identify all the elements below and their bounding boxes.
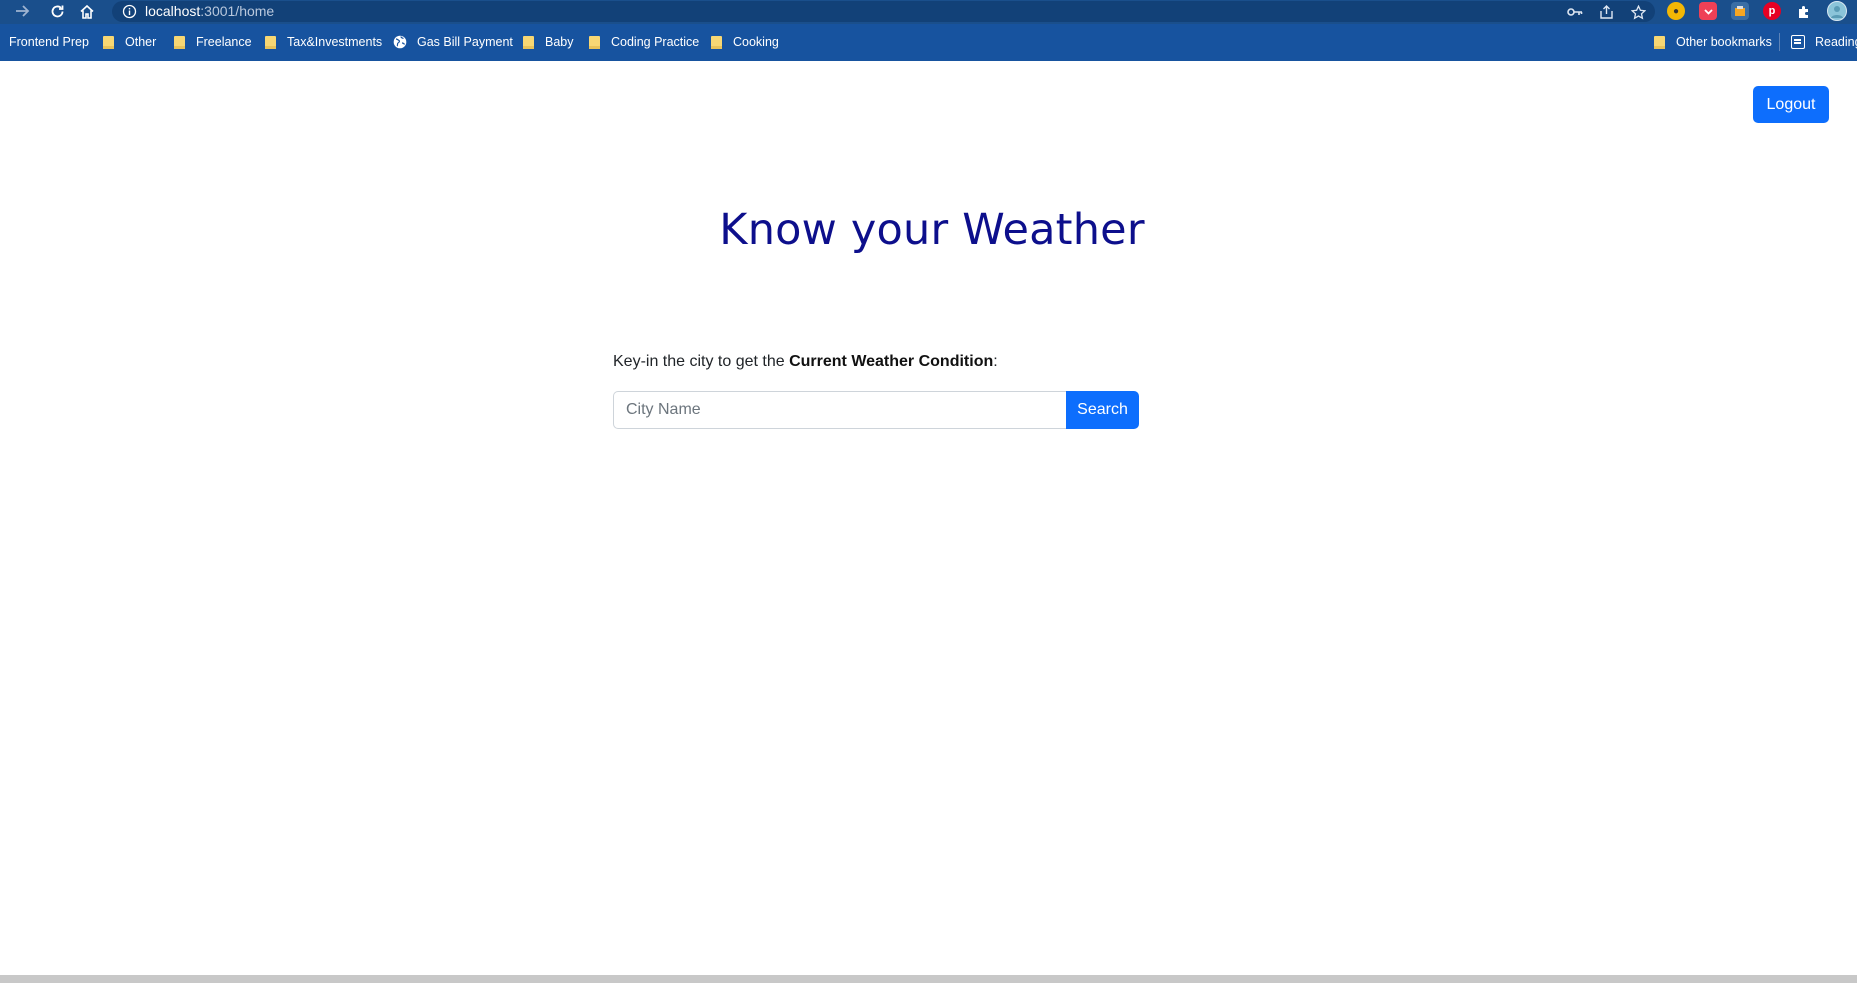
key-icon[interactable] xyxy=(1566,3,1584,21)
prompt-suffix: : xyxy=(993,353,998,370)
reading-list-button[interactable]: Reading xyxy=(1791,24,1857,60)
bookmark-label: Cooking xyxy=(733,35,779,49)
bookmark-folder-tax-investments[interactable]: Tax&Investments xyxy=(265,24,382,60)
folder-icon xyxy=(711,35,722,49)
bookmark-folder-freelance[interactable]: Freelance xyxy=(174,24,252,60)
logout-button[interactable]: Logout xyxy=(1753,86,1829,123)
bookmark-folder-baby[interactable]: Baby xyxy=(523,24,574,60)
url-text[interactable]: localhost:3001/home xyxy=(145,3,274,20)
folder-icon xyxy=(103,35,114,49)
bookmark-label: Freelance xyxy=(196,35,252,49)
profile-avatar[interactable] xyxy=(1827,1,1847,21)
bookmark-label: Frontend Prep xyxy=(9,35,89,49)
browser-toolbar: localhost:3001/home ● p xyxy=(0,0,1857,24)
window-bottom-edge xyxy=(0,975,1857,983)
share-icon[interactable] xyxy=(1597,3,1615,21)
page-title: Know your Weather xyxy=(719,205,1145,255)
puzzle-icon[interactable] xyxy=(1795,2,1813,20)
bookmarks-divider xyxy=(1779,33,1780,51)
globe-icon xyxy=(393,35,407,49)
reload-icon[interactable] xyxy=(46,0,68,22)
honey-extension-icon[interactable]: ● xyxy=(1667,2,1685,20)
other-bookmarks-folder[interactable]: Other bookmarks xyxy=(1654,24,1772,60)
city-search-form: Search xyxy=(613,391,1139,429)
bookmark-label: Gas Bill Payment xyxy=(417,35,513,49)
weather-page: Logout Know your Weather Key-in the city… xyxy=(0,61,1857,975)
bookmark-label: Coding Practice xyxy=(611,35,700,49)
search-button[interactable]: Search xyxy=(1066,391,1139,429)
home-icon[interactable] xyxy=(76,0,98,22)
folder-icon xyxy=(265,35,276,49)
prompt-prefix: Key-in the city to get the xyxy=(613,353,790,370)
site-info-icon[interactable] xyxy=(122,4,137,19)
bookmark-folder-cooking[interactable]: Cooking xyxy=(711,24,779,60)
bookmarks-bar: Frontend Prep Other Freelance Tax&Invest… xyxy=(0,24,1857,61)
city-name-input[interactable] xyxy=(613,391,1066,429)
folder-icon xyxy=(1654,35,1665,49)
search-prompt: Key-in the city to get the Current Weath… xyxy=(613,353,998,371)
pocket-extension-icon[interactable] xyxy=(1699,2,1717,20)
bookmark-folder-other[interactable]: Other xyxy=(103,24,156,60)
bookmark-label: Other xyxy=(125,35,157,49)
other-bookmarks-label: Other bookmarks xyxy=(1676,35,1772,49)
reading-list-label: Reading xyxy=(1815,35,1857,49)
shop-extension-icon[interactable] xyxy=(1731,2,1749,20)
reading-list-icon xyxy=(1791,35,1805,49)
bookmark-frontend-prep[interactable]: Frontend Prep xyxy=(9,24,89,60)
bookmark-gas-bill-payment[interactable]: Gas Bill Payment xyxy=(393,24,513,60)
bookmark-label: Tax&Investments xyxy=(287,35,383,49)
star-icon[interactable] xyxy=(1629,3,1647,21)
folder-icon xyxy=(174,35,185,49)
address-bar[interactable]: localhost:3001/home xyxy=(112,1,1655,22)
forward-arrow-icon[interactable] xyxy=(12,0,34,22)
folder-icon xyxy=(589,35,600,49)
bookmark-label: Baby xyxy=(545,35,574,49)
bookmark-folder-coding-practice[interactable]: Coding Practice xyxy=(589,24,699,60)
pinterest-extension-icon[interactable]: p xyxy=(1763,2,1781,20)
prompt-bold: Current Weather Condition xyxy=(789,353,994,370)
folder-icon xyxy=(523,35,534,49)
